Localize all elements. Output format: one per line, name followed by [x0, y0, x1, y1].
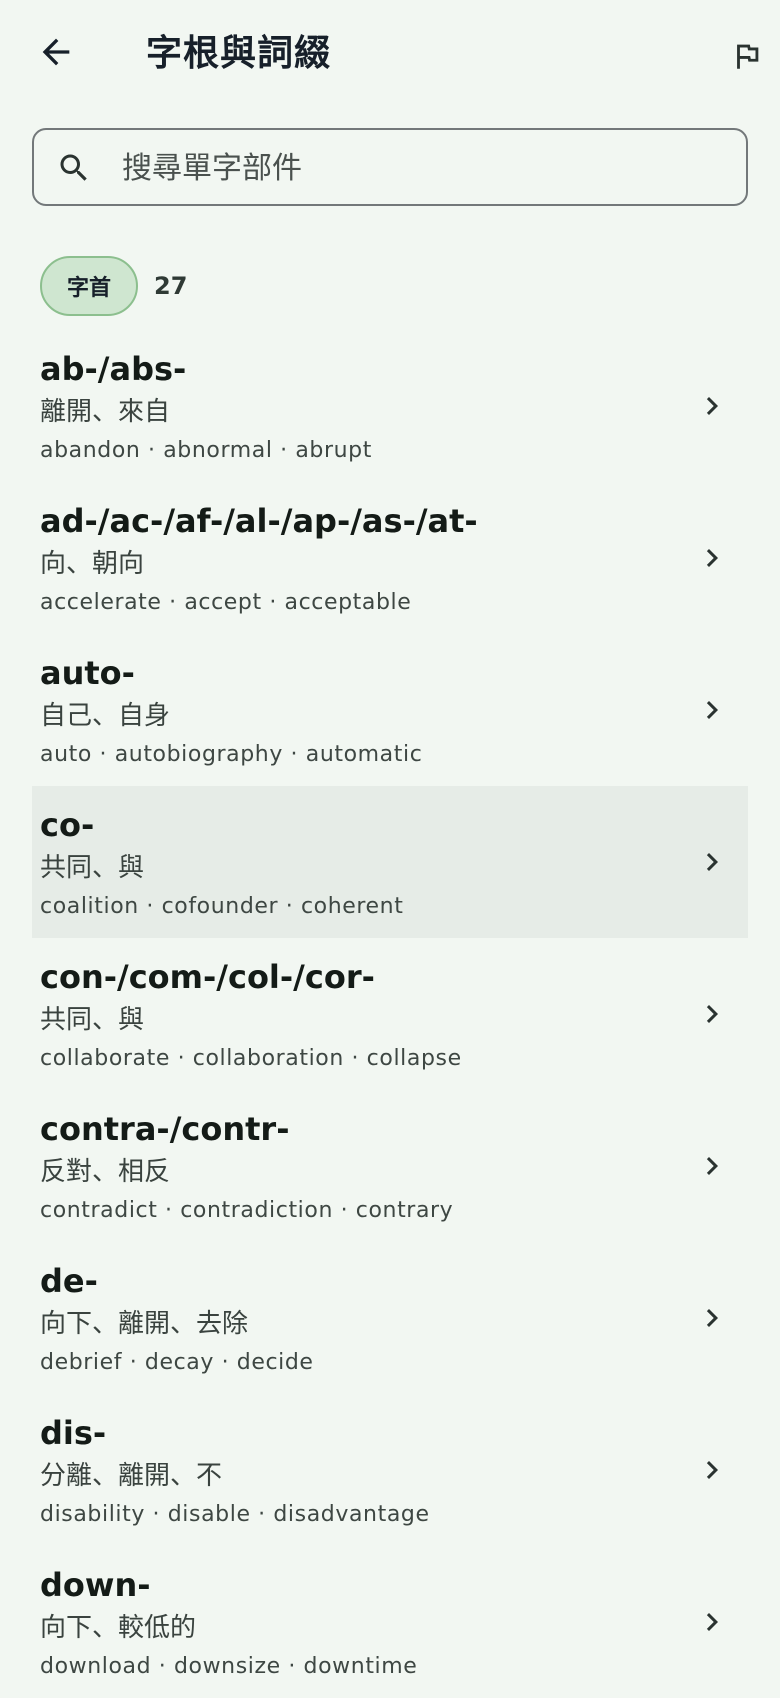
- item-examples: auto · autobiography · automatic: [40, 742, 423, 767]
- item-examples: accelerate · accept · acceptable: [40, 590, 412, 615]
- list-item[interactable]: auto- 自己、自身 auto · autobiography · autom…: [32, 634, 748, 786]
- item-meaning: 共同、與: [40, 1005, 145, 1035]
- chevron-right-icon: [706, 1005, 718, 1023]
- chevron-right-icon: [706, 1309, 718, 1327]
- chevron-right-icon: [706, 1461, 718, 1479]
- report-button[interactable]: [730, 28, 780, 84]
- item-name: ad-/ac-/af-/al-/ap-/as-/at-: [40, 502, 478, 540]
- item-meaning: 共同、與: [40, 853, 145, 883]
- affix-list: ab-/abs- 離開、來自 abandon · abnormal · abru…: [32, 330, 748, 1698]
- item-name: de-: [40, 1262, 98, 1300]
- filter-chip-prefix[interactable]: 字首: [40, 256, 138, 316]
- top-app-bar: 字根與詞綴: [0, 0, 780, 112]
- item-examples: coalition · cofounder · coherent: [40, 894, 404, 919]
- search-input[interactable]: [122, 140, 722, 196]
- item-name: co-: [40, 806, 95, 844]
- item-name: auto-: [40, 654, 135, 692]
- item-meaning: 向下、離開、去除: [40, 1309, 249, 1339]
- item-examples: download · downsize · downtime: [40, 1654, 418, 1679]
- search-icon: [60, 154, 87, 181]
- item-meaning: 自己、自身: [40, 701, 171, 731]
- chevron-right-icon: [706, 549, 718, 567]
- item-name: con-/com-/col-/cor-: [40, 958, 375, 996]
- item-name: down-: [40, 1566, 151, 1604]
- arrow-left-icon: [42, 38, 70, 66]
- list-item[interactable]: de- 向下、離開、去除 debrief · decay · decide: [32, 1242, 748, 1394]
- list-item[interactable]: ad-/ac-/af-/al-/ap-/as-/at- 向、朝向 acceler…: [32, 482, 748, 634]
- list-item[interactable]: dis- 分離、離開、不 disability · disable · disa…: [32, 1394, 748, 1546]
- chevron-right-icon: [706, 397, 718, 415]
- item-examples: disability · disable · disadvantage: [40, 1502, 430, 1527]
- chevron-right-icon: [706, 1157, 718, 1175]
- list-item[interactable]: down- 向下、較低的 download · downsize · downt…: [32, 1546, 748, 1698]
- page-title: 字根與詞綴: [146, 33, 332, 74]
- list-item[interactable]: ab-/abs- 離開、來自 abandon · abnormal · abru…: [32, 330, 748, 482]
- item-examples: debrief · decay · decide: [40, 1350, 314, 1375]
- item-name: ab-/abs-: [40, 350, 187, 388]
- result-count: 27: [154, 272, 188, 300]
- item-meaning: 反對、相反: [40, 1157, 171, 1187]
- list-item-selected[interactable]: co- 共同、與 coalition · cofounder · coheren…: [32, 786, 748, 938]
- item-examples: collaborate · collaboration · collapse: [40, 1046, 462, 1071]
- chevron-right-icon: [706, 701, 718, 719]
- flag-icon: [737, 44, 759, 69]
- item-name: contra-/contr-: [40, 1110, 290, 1148]
- search-field[interactable]: [32, 128, 748, 206]
- item-meaning: 離開、來自: [40, 397, 171, 427]
- item-examples: contradict · contradiction · contrary: [40, 1198, 454, 1223]
- chevron-right-icon: [706, 1613, 718, 1631]
- item-name: dis-: [40, 1414, 107, 1452]
- list-item[interactable]: con-/com-/col-/cor- 共同、與 collaborate · c…: [32, 938, 748, 1090]
- back-button[interactable]: [28, 24, 84, 80]
- item-examples: abandon · abnormal · abrupt: [40, 438, 372, 463]
- item-meaning: 向下、較低的: [40, 1613, 197, 1643]
- item-meaning: 分離、離開、不: [40, 1461, 223, 1491]
- list-item[interactable]: contra-/contr- 反對、相反 contradict · contra…: [32, 1090, 748, 1242]
- chevron-right-icon: [706, 853, 718, 871]
- item-meaning: 向、朝向: [40, 549, 145, 579]
